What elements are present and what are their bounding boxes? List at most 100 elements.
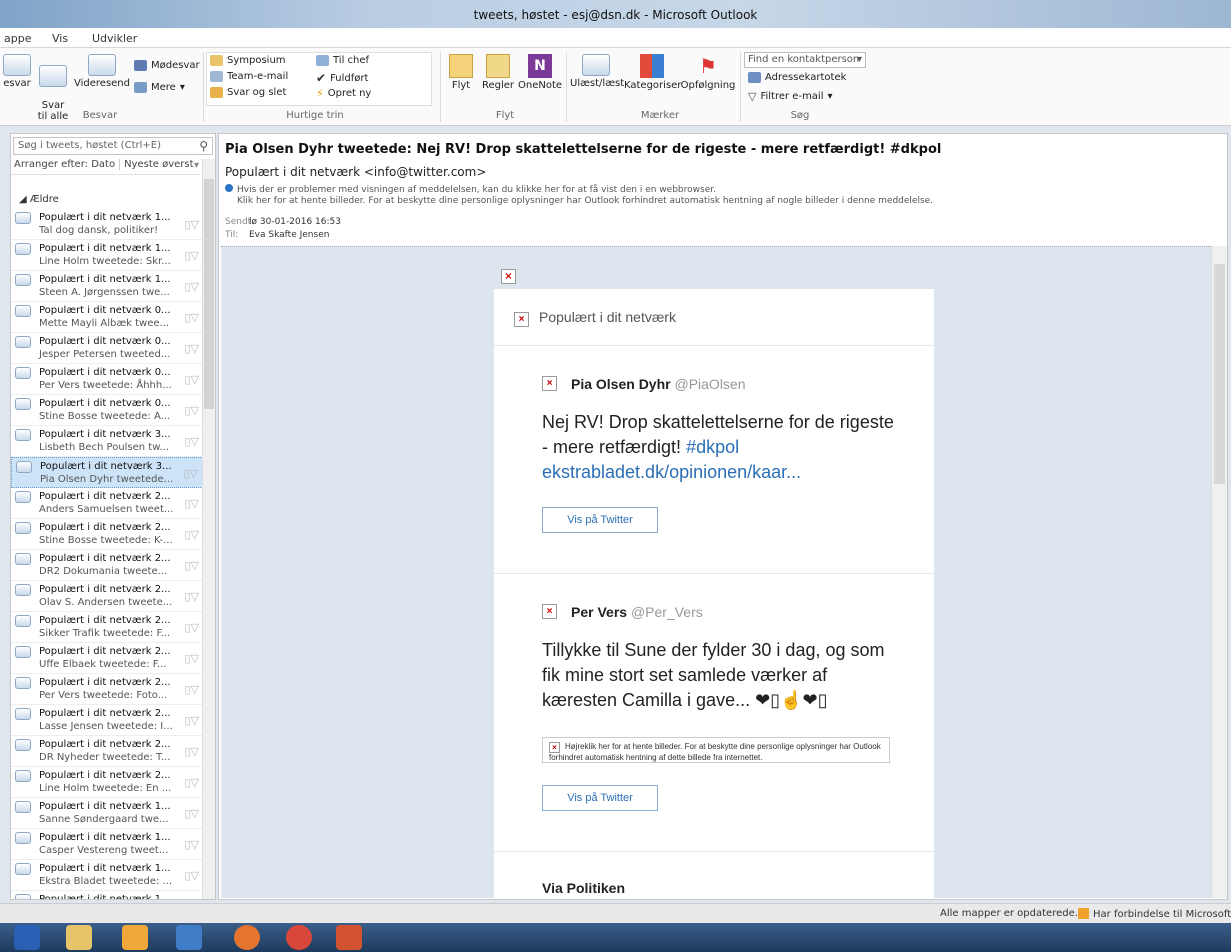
quickstep-done[interactable]: ✔ Fuldført <box>316 71 368 85</box>
tweet-text: Nej RV! Drop skattelettelserne for de ri… <box>542 412 894 482</box>
followup-button[interactable]: ⚑ Opfølgning <box>680 54 736 91</box>
flag-icon[interactable]: ▯▽ <box>184 838 199 851</box>
message-list-item[interactable]: Populært i dit netværk 1... Sanne Sønderg… <box>11 798 203 829</box>
message-list-item[interactable]: Populært i dit netværk 2... Sikker Trafik… <box>11 612 203 643</box>
flag-icon[interactable]: ▯▽ <box>184 559 199 572</box>
message-preview: Jesper Petersen tweeted... <box>39 349 171 360</box>
forward-button[interactable]: Videresend <box>74 54 130 89</box>
tab-file[interactable]: appe <box>4 32 31 45</box>
message-list-item[interactable]: Populært i dit netværk 2... Per Vers twee… <box>11 674 203 705</box>
powerpoint-icon[interactable] <box>336 925 362 950</box>
flag-icon[interactable]: ▯▽ <box>184 435 199 448</box>
categorize-button[interactable]: Kategoriser <box>624 54 681 91</box>
message-list-item[interactable]: Populært i dit netværk 2... Anders Samuel… <box>11 488 203 519</box>
flag-icon[interactable]: ▯▽ <box>184 621 199 634</box>
message-list-item[interactable]: Populært i dit netværk 0... Stine Bosse t… <box>11 395 203 426</box>
more-button[interactable]: Mere ▾ <box>134 82 185 93</box>
read-unread-button[interactable]: Ulæst/læst <box>570 54 624 89</box>
flag-icon[interactable]: ▯▽ <box>184 776 199 789</box>
message-list-item[interactable]: Populært i dit netværk 1... Steen A. Jørg… <box>11 271 203 302</box>
quickstep-symposium[interactable]: Symposium <box>210 55 286 66</box>
envelope-icon <box>15 894 31 899</box>
flag-icon[interactable]: ▯▽ <box>184 218 199 231</box>
flag-icon[interactable]: ▯▽ <box>184 249 199 262</box>
message-list-item[interactable]: Populært i dit netværk 2... Lasse Jensen … <box>11 705 203 736</box>
twitter-email-card: × Populært i dit netværk × Pia Olsen Dyhr … <box>494 289 934 898</box>
flag-icon[interactable]: ▯▽ <box>184 869 199 882</box>
tweet-card: × Pia Olsen Dyhr @PiaOlsen Nej RV! Drop s… <box>494 346 934 574</box>
message-list-item[interactable]: Populært i dit netværk 1▯▽ <box>11 891 203 899</box>
flag-icon[interactable]: ▯▽ <box>184 590 199 603</box>
flag-icon[interactable]: ▯▽ <box>184 745 199 758</box>
message-list-item[interactable]: Populært i dit netværk 1... Line Holm twe… <box>11 240 203 271</box>
firefox-icon[interactable] <box>234 925 260 950</box>
view-on-twitter-button[interactable]: Vis på Twitter <box>542 785 658 811</box>
flag-icon[interactable]: ▯▽ <box>184 280 199 293</box>
quickstep-team-email[interactable]: Team-e-mail <box>210 71 288 82</box>
hashtag-link[interactable]: #dkpol <box>686 437 739 457</box>
message-list-item[interactable]: Populært i dit netværk 1... Ekstra Bladet… <box>11 860 203 891</box>
broken-image-icon[interactable]: × <box>501 269 516 284</box>
find-contact-input[interactable]: Find en kontaktperson ▾ <box>744 52 866 68</box>
file-explorer-icon[interactable] <box>66 925 92 950</box>
view-on-twitter-button[interactable]: Vis på Twitter <box>542 507 658 533</box>
flag-icon[interactable]: ▯▽ <box>184 342 199 355</box>
envelope-icon <box>15 491 31 503</box>
chevron-down-icon: ▾ <box>193 160 199 171</box>
tab-developer[interactable]: Udvikler <box>92 32 137 45</box>
group-header[interactable]: ◢ Ældre <box>19 194 59 205</box>
message-subject: Populært i dit netværk 2... <box>39 739 171 750</box>
message-list-item[interactable]: Populært i dit netværk 2... Olav S. Ander… <box>11 581 203 612</box>
scrollbar-thumb[interactable] <box>1214 264 1225 484</box>
flag-icon[interactable]: ▯▽ <box>184 311 199 324</box>
rules-button[interactable]: Regler <box>480 54 516 91</box>
message-list-item[interactable]: Populært i dit netværk 1... Casper Vester… <box>11 829 203 860</box>
article-link[interactable]: ekstrabladet.dk/opinionen/kaar... <box>542 462 801 482</box>
addressbook-button[interactable]: Adressekartotek <box>748 72 846 83</box>
flag-icon[interactable]: ▯▽ <box>184 683 199 696</box>
flag-icon[interactable]: ▯▽ <box>184 528 199 541</box>
quickstep-to-manager[interactable]: Til chef <box>316 55 369 66</box>
move-button[interactable]: Flyt <box>448 54 474 91</box>
message-subject: Populært i dit netværk 2... <box>39 615 171 626</box>
quickstep-reply-delete[interactable]: Svar og slet <box>210 87 286 98</box>
reading-pane-scrollbar[interactable] <box>1211 246 1227 898</box>
flag-icon[interactable]: ▯▽ <box>184 807 199 820</box>
flag-icon[interactable]: ▯▽ <box>183 467 198 480</box>
message-list-item[interactable]: Populært i dit netværk 0... Mette Mayli A… <box>11 302 203 333</box>
network-icon[interactable] <box>176 925 202 950</box>
chrome-icon[interactable] <box>286 925 312 950</box>
flag-icon[interactable]: ▯▽ <box>184 497 199 510</box>
message-list-item[interactable]: Populært i dit netværk 2... DR Nyheder tw… <box>11 736 203 767</box>
message-list-item[interactable]: Populært i dit netværk 2... Uffe Elbaek t… <box>11 643 203 674</box>
flag-icon[interactable]: ▯▽ <box>184 652 199 665</box>
outlook-icon[interactable] <box>122 925 148 950</box>
message-list-item[interactable]: Populært i dit netværk 0... Per Vers twee… <box>11 364 203 395</box>
search-icon[interactable]: ⚲ <box>199 139 208 153</box>
message-list-item[interactable]: Populært i dit netværk 2... Line Holm twe… <box>11 767 203 798</box>
broken-image-icon[interactable]: × <box>514 312 529 327</box>
flag-icon[interactable]: ▯▽ <box>184 714 199 727</box>
sort-bar[interactable]: Arranger efter: Dato Nyeste øverst ▾ <box>11 159 201 175</box>
info-bar[interactable]: Hvis der er problemer med visningen af m… <box>225 184 933 207</box>
search-input[interactable]: Søg i tweets, høstet (Ctrl+E) ⚲ <box>13 137 213 155</box>
message-list-item[interactable]: Populært i dit netværk 0... Jesper Peters… <box>11 333 203 364</box>
quickstep-create-new[interactable]: ⚡ Opret ny <box>316 87 371 100</box>
onenote-button[interactable]: N OneNote <box>518 54 562 91</box>
flag-icon[interactable]: ▯▽ <box>184 373 199 386</box>
envelope-icon <box>15 801 31 813</box>
tab-view[interactable]: Vis <box>52 32 68 45</box>
message-list-scrollbar[interactable] <box>202 159 215 899</box>
word-icon[interactable] <box>14 925 40 950</box>
message-list-item[interactable]: Populært i dit netværk 3... Pia Olsen Dyh… <box>11 457 203 488</box>
message-list-item[interactable]: Populært i dit netværk 1... Tal dog dansk… <box>11 209 203 240</box>
flag-icon[interactable]: ▯▽ <box>184 404 199 417</box>
scrollbar-thumb[interactable] <box>204 179 214 409</box>
filter-email-button[interactable]: ▽ Filtrer e-mail ▾ <box>748 90 833 103</box>
message-list-item[interactable]: Populært i dit netværk 3... Lisbeth Bech … <box>11 426 203 457</box>
reply-button[interactable]: esvar <box>0 54 34 89</box>
meeting-reply-button[interactable]: Mødesvar <box>134 60 200 71</box>
message-list-item[interactable]: Populært i dit netværk 2... DR2 Dokumania… <box>11 550 203 581</box>
message-list-item[interactable]: Populært i dit netværk 2... Stine Bosse t… <box>11 519 203 550</box>
blocked-image-notice[interactable]: × Højreklik her for at hente billeder. Fo… <box>542 737 890 763</box>
